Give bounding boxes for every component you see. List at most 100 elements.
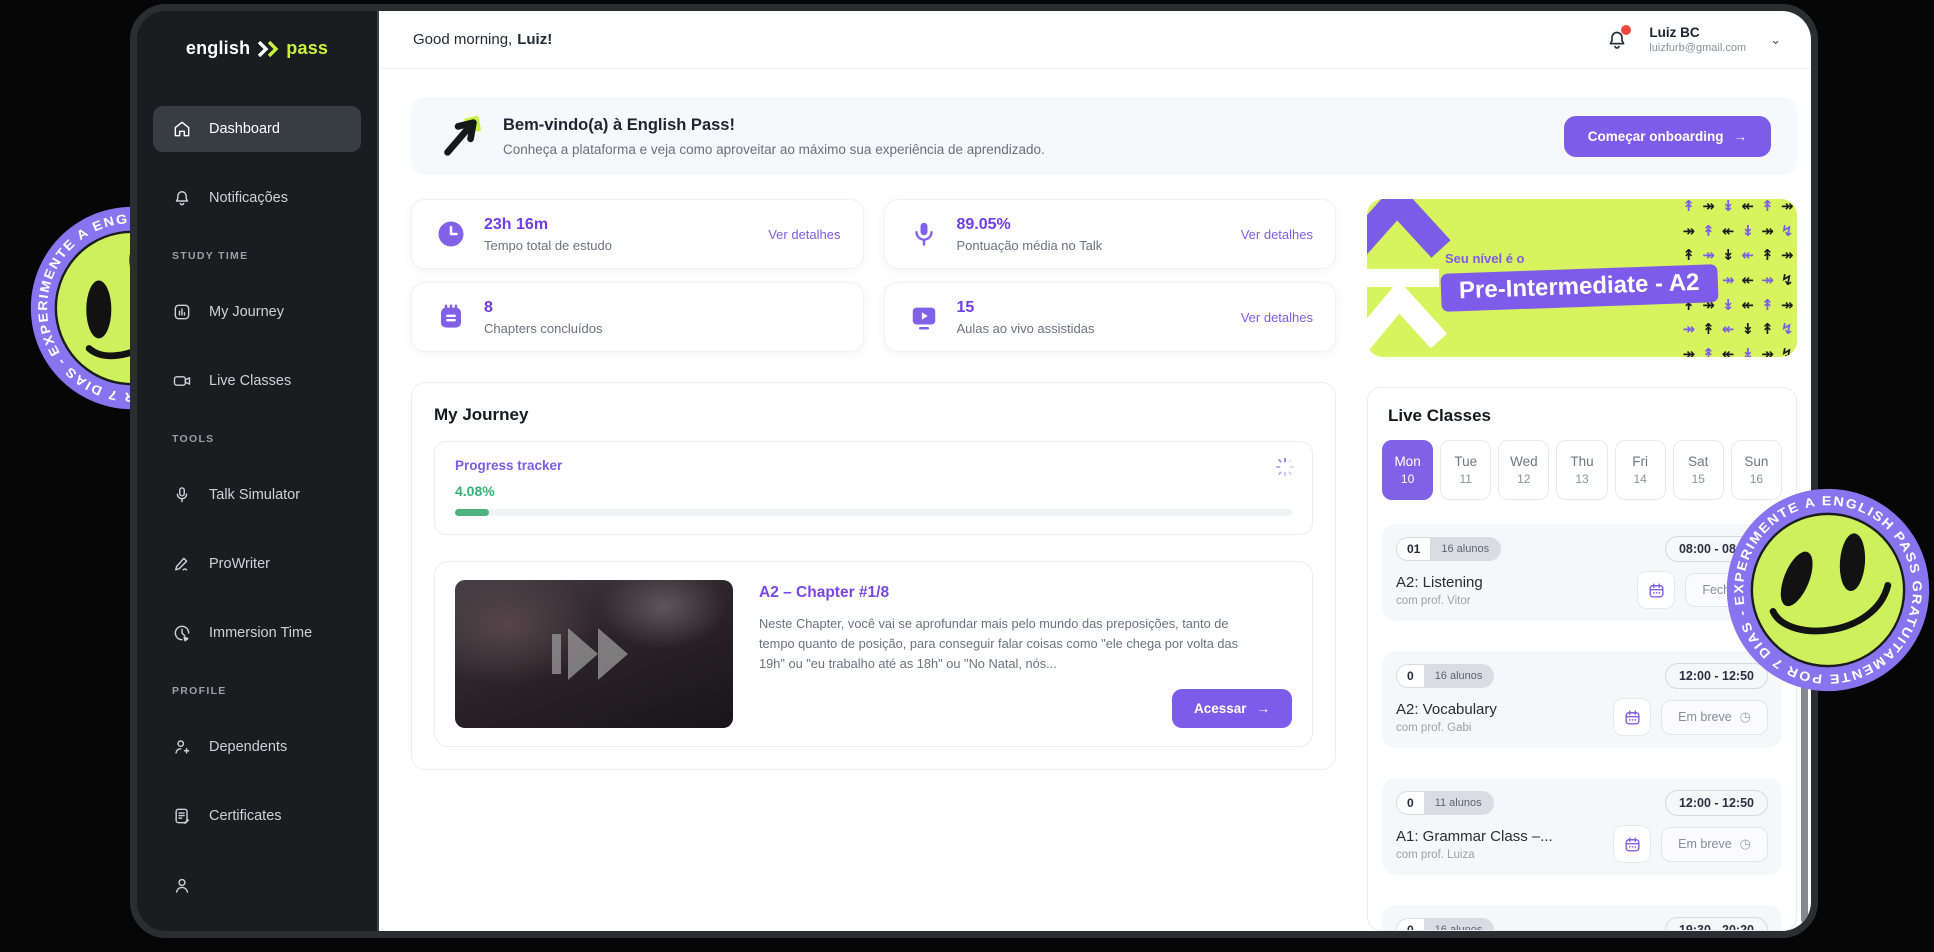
sidebar-item[interactable]: Talk Simulator (153, 472, 361, 518)
arrow-right-icon: → (1256, 701, 1271, 716)
day-tab[interactable]: Wed 12 (1498, 440, 1550, 500)
class-title: A2: Vocabulary (1396, 700, 1497, 718)
loading-spinner-icon (1274, 456, 1296, 478)
pattern-glyph: ↠ (1682, 344, 1696, 357)
day-date: 10 (1400, 472, 1415, 486)
day-tab[interactable]: Thu 13 (1556, 440, 1608, 500)
pattern-glyph: ↟ (1682, 246, 1696, 265)
sidebar-item[interactable]: Dashboard (153, 106, 361, 152)
progress-tracker-card: Progress tracker 4.08% (434, 441, 1313, 535)
calendar-icon (1625, 836, 1640, 852)
day-date: 11 (1459, 472, 1472, 486)
chevron-down-icon[interactable]: ⌄ (1770, 32, 1781, 48)
pattern-glyph: ↞ (1721, 320, 1735, 339)
enrolled-count: 0 (1397, 665, 1424, 687)
sidebar-item-label: ProWriter (209, 556, 270, 572)
sidebar: english pass Dashboard Notificações STUD… (137, 11, 377, 931)
progress-tracker-label: Progress tracker (455, 458, 563, 473)
pattern-glyph: ↟ (1702, 320, 1715, 339)
class-teacher: com prof. Vitor (1396, 594, 1471, 607)
day-tab[interactable]: Mon 10 (1382, 440, 1434, 500)
stat-value: 89.05% (956, 215, 1011, 233)
see-details-link[interactable]: Ver detalhes (1241, 227, 1313, 242)
add-to-calendar-button[interactable] (1613, 825, 1652, 863)
arrow-right-icon: → (1733, 128, 1748, 144)
pattern-glyph: ↟ (1682, 199, 1696, 215)
pattern-glyph: ↞ (1741, 246, 1755, 265)
enrolled-count: 0 (1397, 792, 1424, 814)
day-name: Mon (1394, 454, 1421, 469)
live-play-icon (907, 300, 941, 334)
see-details-link[interactable]: Ver detalhes (1241, 310, 1313, 325)
day-tab[interactable]: Tue 11 (1440, 440, 1492, 500)
add-to-calendar-button[interactable] (1613, 698, 1652, 736)
sidebar-item[interactable]: My Journey (153, 289, 361, 335)
my-journey-title: My Journey (434, 405, 529, 424)
pattern-glyph: ↠ (1761, 221, 1774, 240)
day-date: 14 (1633, 472, 1647, 486)
sidebar-item[interactable] (153, 862, 361, 908)
clock-icon: ◷ (1739, 836, 1751, 852)
bar-chart-icon (172, 302, 192, 322)
sidebar-item-label: My Journey (209, 304, 284, 320)
sidebar-item[interactable]: Dependents (153, 724, 361, 770)
notifications-bell-icon[interactable] (1605, 24, 1632, 52)
pattern-glyph: ↟ (1761, 246, 1774, 265)
pattern-glyph: ↠ (1702, 246, 1715, 265)
sidebar-item[interactable]: Certificates (153, 793, 361, 839)
day-selector: Mon 10 Tue 11 Wed 12 Thu 13 Fri 14 Sat 1… (1382, 440, 1782, 500)
day-tab[interactable]: Sat 15 (1672, 440, 1724, 500)
welcome-title: Bem-vindo(a) à English Pass! (503, 115, 735, 134)
pattern-glyph: ↯ (1780, 320, 1794, 339)
pattern-glyph: ↞ (1741, 295, 1755, 314)
enrollment-badge: 0 11 alunos (1396, 791, 1494, 815)
chapter-thumbnail[interactable] (455, 580, 733, 728)
pattern-glyph: ↠ (1702, 199, 1715, 215)
level-banner: Seu nível é o Pre-Intermediate - A2 ↟ ↠ … (1367, 199, 1797, 357)
home-icon (172, 119, 192, 139)
pattern-glyph: ↡ (1741, 344, 1755, 357)
access-chapter-button[interactable]: Acessar → (1171, 689, 1292, 728)
capacity-label: 11 alunos (1423, 792, 1493, 814)
capacity-label: 16 alunos (1430, 538, 1501, 560)
sidebar-item-label: Dashboard (209, 121, 280, 137)
user-menu[interactable]: Luiz BC luizfurb@gmail.com (1649, 25, 1746, 54)
sidebar-item[interactable]: Live Classes (153, 358, 361, 404)
pattern-glyph: ↡ (1741, 320, 1755, 339)
stat-label: Chapters concluídos (484, 320, 603, 336)
day-name: Thu (1570, 454, 1594, 469)
add-to-calendar-button[interactable] (1637, 571, 1676, 609)
live-classes-title: Live Classes (1388, 406, 1492, 425)
chapter-title: A2 – Chapter #1/8 (759, 584, 890, 601)
sidebar-item[interactable]: Immersion Time (153, 610, 361, 656)
day-date: 12 (1517, 472, 1531, 486)
pattern-glyph: ↟ (1702, 344, 1715, 357)
welcome-banner: Bem-vindo(a) à English Pass! Conheça a p… (411, 97, 1797, 175)
my-journey-panel: My Journey Progress tracker 4.08% A2 – C… (411, 382, 1336, 770)
sidebar-item[interactable]: Notificações (153, 175, 361, 221)
start-onboarding-button[interactable]: Começar onboarding → (1563, 115, 1771, 157)
pattern-glyph: ↞ (1721, 344, 1735, 357)
enrolled-count: 01 (1397, 538, 1431, 560)
pattern-glyph: ↯ (1780, 221, 1794, 240)
pattern-glyph: ↞ (1741, 199, 1755, 215)
pattern-glyph: ↠ (1780, 295, 1794, 314)
study-clock-icon (434, 217, 468, 251)
calendar-icon (1649, 582, 1664, 598)
greeting-user-name: Luiz! (517, 31, 553, 48)
class-time: 19:30 - 20:20 (1664, 917, 1768, 930)
brand-word-english: english (185, 38, 251, 58)
day-date: 16 (1749, 472, 1764, 486)
class-status-button[interactable]: Em breve ◷ (1661, 826, 1768, 862)
class-status-label: Em breve (1678, 837, 1732, 851)
see-details-link[interactable]: Ver detalhes (768, 227, 840, 242)
pattern-glyph: ↯ (1780, 270, 1794, 289)
stat-label: Pontuação média no Talk (956, 237, 1103, 253)
chapter-card: A2 – Chapter #1/8 Neste Chapter, você va… (434, 561, 1313, 747)
pattern-glyph: ↡ (1721, 246, 1735, 265)
enrolled-count: 0 (1397, 919, 1424, 930)
day-tab[interactable]: Fri 14 (1614, 440, 1666, 500)
sidebar-item[interactable]: ProWriter (153, 541, 361, 587)
progress-bar (455, 509, 1292, 516)
class-teacher: com prof. Gabi (1396, 721, 1472, 734)
